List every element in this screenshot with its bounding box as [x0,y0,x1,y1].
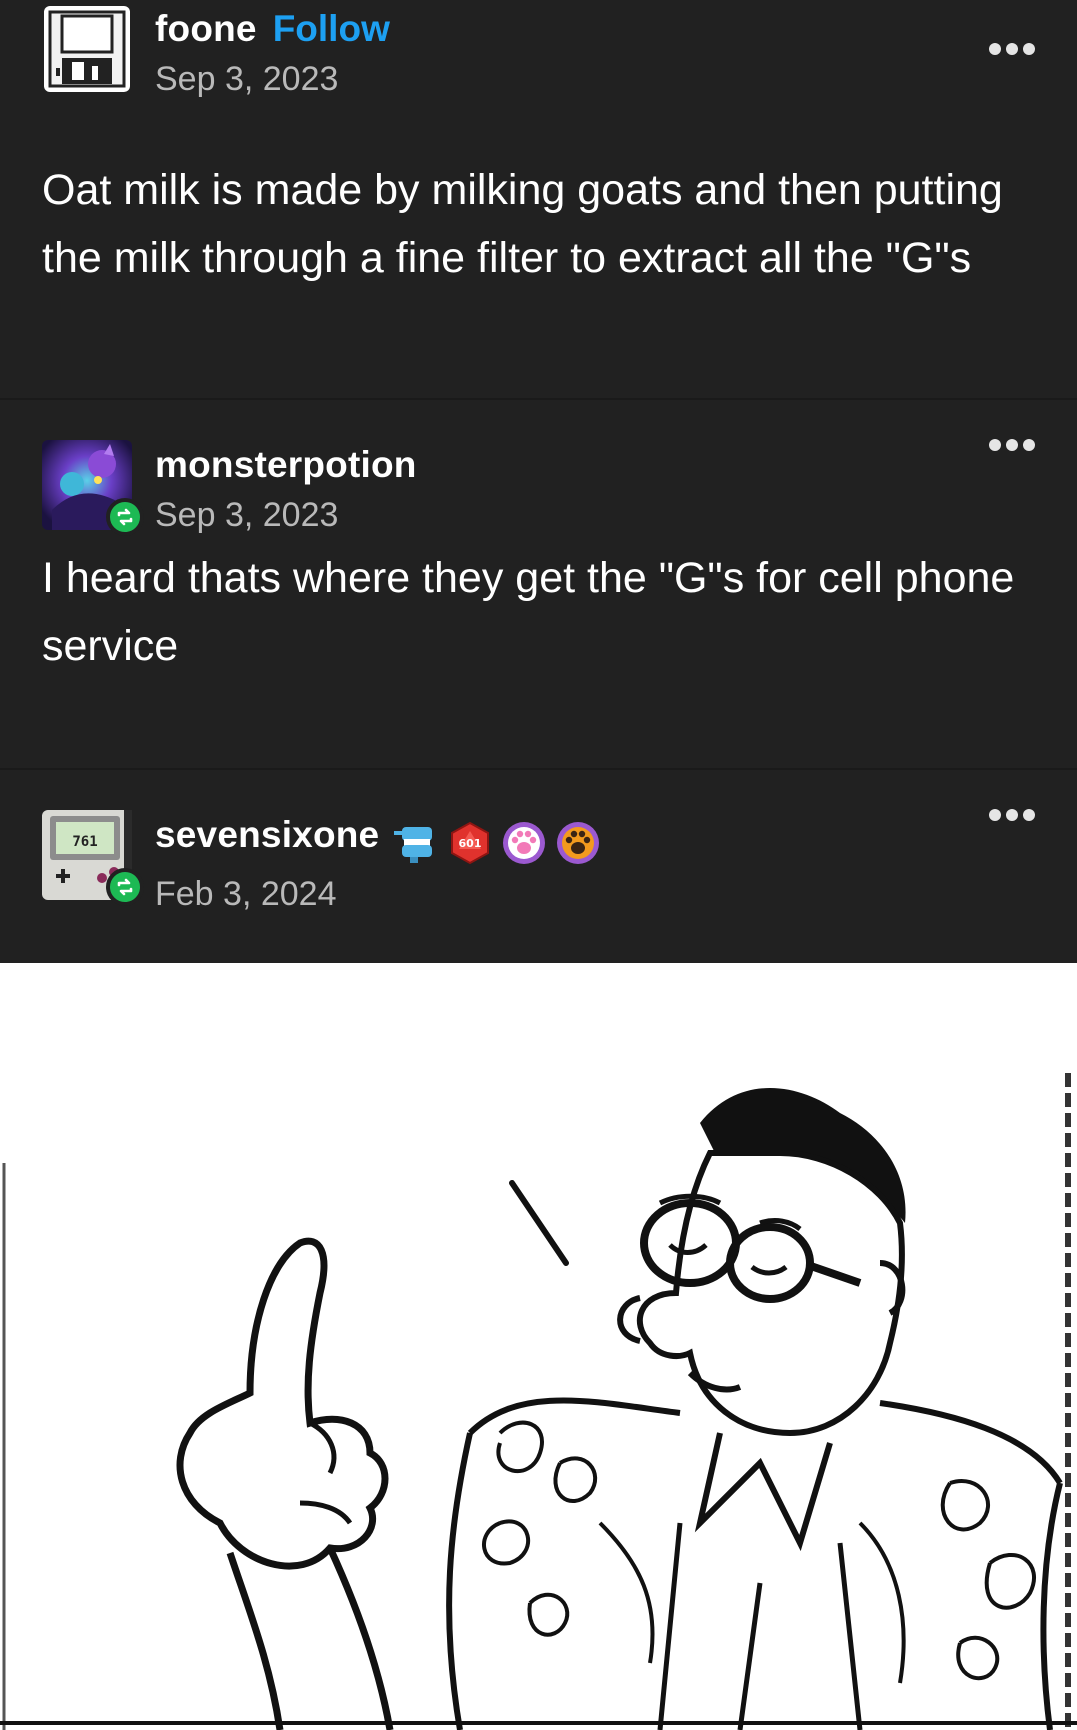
post-meta: monsterpotion Sep 3, 2023 [155,444,417,535]
reblog-icon [106,498,144,536]
purple-creature-avatar[interactable] [42,440,144,536]
post-foone: foone Follow Sep 3, 2023 Oat milk is made… [0,0,1077,398]
d20-dice-badge[interactable]: 601 [448,821,492,865]
badge-list: 601 [393,821,600,865]
pink-paw-badge[interactable] [502,821,546,865]
chattering-teeth-badge[interactable] [393,821,438,865]
post-date: Feb 3, 2024 [155,874,337,913]
post-monsterpotion: monsterpotion Sep 3, 2023 I heard thats … [0,398,1077,768]
more-options-icon[interactable] [989,438,1035,452]
reblog-icon [106,868,144,906]
reblog-thread: foone Follow Sep 3, 2023 Oat milk is made… [0,0,1077,963]
username[interactable]: sevensixone [155,814,379,855]
post-meta: foone Follow Sep 3, 2023 [155,8,390,99]
floppy-disk-icon[interactable] [42,4,132,94]
username[interactable]: monsterpotion [155,444,417,485]
post-date: Sep 3, 2023 [155,496,339,534]
d20-text: 601 [458,837,481,850]
orange-paw-badge[interactable] [556,821,600,865]
username[interactable]: foone [155,8,257,49]
gameboy-avatar[interactable]: 761 [42,810,144,906]
post-meta: sevensixone 601 Feb 3, 2024 [155,814,600,914]
more-options-icon[interactable] [989,808,1035,822]
post-body: Oat milk is made by milking goats and th… [42,166,1003,282]
post-date: Sep 3, 2023 [155,60,339,98]
post-body: I heard thats where they get the "G"s fo… [42,554,1015,670]
more-options-icon[interactable] [989,42,1035,56]
post-sevensixone: 761 sevensixone 601 Feb 3, 2024 [0,768,1077,963]
comic-panel-man-pointing-up [0,963,1077,1730]
follow-button[interactable]: Follow [273,8,390,49]
gameboy-screen-text: 761 [72,834,97,850]
